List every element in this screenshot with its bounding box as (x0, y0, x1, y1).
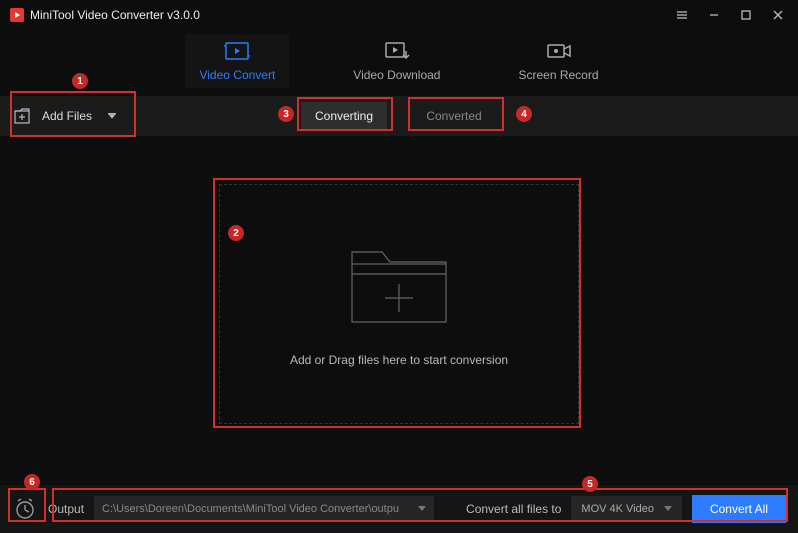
chevron-down-icon (418, 506, 426, 512)
app-logo-icon (10, 8, 24, 22)
tab-converting-label: Converting (315, 109, 373, 123)
convert-all-button-label: Convert All (710, 502, 768, 516)
tab-screen-record[interactable]: Screen Record (504, 34, 612, 88)
tab-converting[interactable]: Converting (301, 102, 387, 130)
toolbar: Add Files Converting Converted (0, 96, 798, 136)
tab-video-download[interactable]: Video Download (339, 34, 454, 88)
main-area: Add or Drag files here to start conversi… (0, 136, 798, 471)
minimize-button[interactable] (700, 3, 728, 27)
tab-converted-label: Converted (426, 109, 481, 123)
maximize-button[interactable] (732, 3, 760, 27)
schedule-button[interactable] (12, 496, 38, 522)
title-bar: MiniTool Video Converter v3.0.0 (0, 0, 798, 30)
bottom-bar: Output C:\Users\Doreen\Documents\MiniToo… (0, 485, 798, 533)
output-label: Output (48, 502, 84, 516)
video-convert-icon (224, 40, 250, 62)
add-file-icon (14, 108, 32, 124)
convert-all-button[interactable]: Convert All (692, 495, 786, 523)
convert-all-to-label: Convert all files to (466, 502, 561, 516)
tab-video-convert-label: Video Convert (199, 68, 275, 82)
chevron-down-icon (108, 113, 116, 119)
output-format-text: MOV 4K Video (581, 503, 654, 515)
output-path-text: C:\Users\Doreen\Documents\MiniTool Video… (102, 503, 399, 515)
chevron-down-icon (664, 506, 672, 512)
add-files-label: Add Files (42, 109, 92, 123)
module-tabs: Video Convert Video Download Screen Reco… (0, 30, 798, 96)
tab-video-convert[interactable]: Video Convert (185, 34, 289, 88)
tab-converted[interactable]: Converted (411, 102, 497, 130)
dropzone-text: Add or Drag files here to start conversi… (290, 353, 508, 367)
app-title: MiniTool Video Converter v3.0.0 (30, 8, 200, 22)
add-files-button[interactable]: Add Files (0, 96, 130, 136)
menu-button[interactable] (668, 3, 696, 27)
output-format-select[interactable]: MOV 4K Video (571, 496, 682, 522)
video-download-icon (384, 40, 410, 62)
folder-add-icon (344, 240, 454, 333)
dropzone[interactable]: Add or Drag files here to start conversi… (219, 184, 579, 424)
close-button[interactable] (764, 3, 792, 27)
tab-video-download-label: Video Download (353, 68, 440, 82)
screen-record-icon (546, 40, 572, 62)
output-path-select[interactable]: C:\Users\Doreen\Documents\MiniTool Video… (94, 496, 434, 522)
clock-icon (14, 498, 36, 520)
tab-screen-record-label: Screen Record (518, 68, 598, 82)
